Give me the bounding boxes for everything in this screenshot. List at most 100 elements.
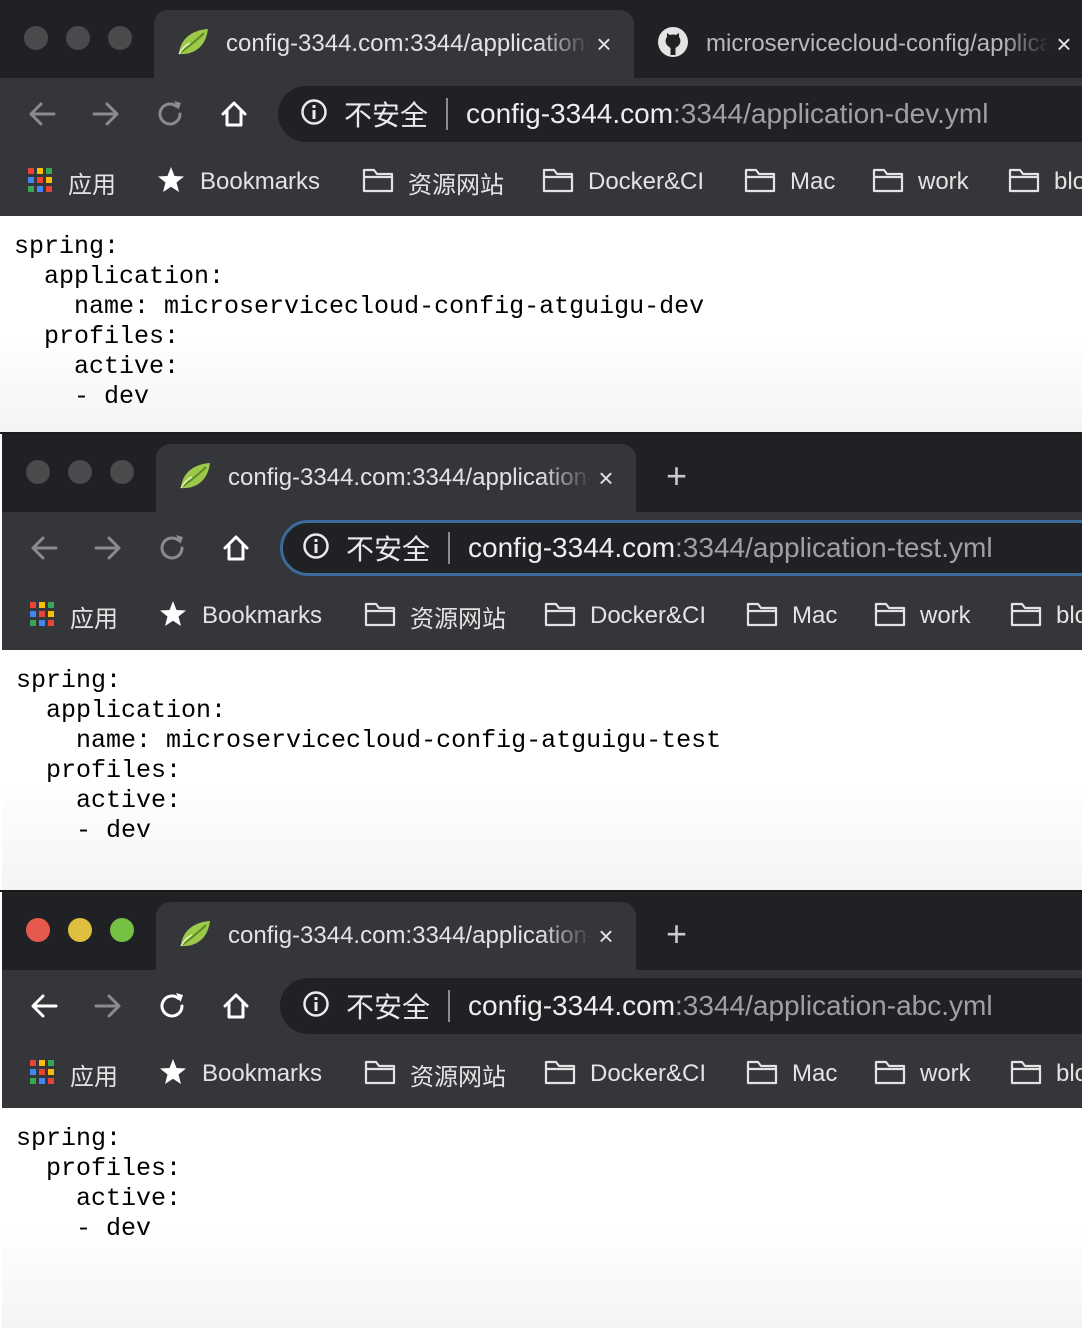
bookmark-folder-docker[interactable]: Docker&CI xyxy=(542,164,704,200)
address-bar[interactable]: 不安全 config-3344.com:3344/application-dev… xyxy=(278,86,1082,142)
reload-icon[interactable] xyxy=(154,988,190,1024)
bookmark-bookmarks[interactable]: Bookmarks xyxy=(158,1056,322,1092)
bookmark-apps[interactable]: 应用 xyxy=(28,598,118,634)
page-content: spring: application: name: microservicec… xyxy=(0,216,1082,432)
bookmark-label: work xyxy=(918,168,969,195)
bookmark-folder-work[interactable]: work xyxy=(874,1056,971,1092)
bookmark-folder-mac[interactable]: Mac xyxy=(744,164,835,200)
bookmark-folder-work[interactable]: work xyxy=(874,598,971,634)
bookmark-label: 应用 xyxy=(68,171,116,199)
folder-icon xyxy=(746,601,778,632)
tab-close-icon[interactable]: × xyxy=(592,463,620,494)
bookmark-folder-work[interactable]: work xyxy=(872,164,969,200)
reload-icon[interactable] xyxy=(154,530,190,566)
folder-icon xyxy=(1010,601,1042,632)
window-controls xyxy=(26,918,134,942)
new-tab-button[interactable]: + xyxy=(666,912,687,956)
folder-icon xyxy=(362,167,394,198)
spring-leaf-icon xyxy=(178,461,212,496)
tab-title: config-3344.com:3344/application-abc.yml xyxy=(228,922,592,949)
close-window-button[interactable] xyxy=(24,26,48,50)
address-separator xyxy=(448,532,451,564)
bookmark-label: Bookmarks xyxy=(202,1060,323,1087)
home-icon[interactable] xyxy=(216,96,252,132)
back-icon[interactable] xyxy=(26,988,62,1024)
info-icon[interactable] xyxy=(302,990,330,1023)
home-icon[interactable] xyxy=(218,988,254,1024)
window-controls xyxy=(26,460,134,484)
forward-icon[interactable] xyxy=(90,530,126,566)
bookmark-label: 应用 xyxy=(70,605,118,633)
tab-active[interactable]: config-3344.com:3344/application-dev.yml… xyxy=(154,10,634,78)
bookmark-bookmarks[interactable]: Bookmarks xyxy=(156,164,320,200)
bookmark-folder-mac[interactable]: Mac xyxy=(746,1056,837,1092)
bookmark-label: 资源网站 xyxy=(410,1063,506,1091)
close-window-button[interactable] xyxy=(26,460,50,484)
bookmark-bookmarks[interactable]: Bookmarks xyxy=(158,598,322,634)
info-icon[interactable] xyxy=(302,532,330,565)
star-icon xyxy=(156,165,186,200)
address-bar[interactable]: 不安全 config-3344.com:3344/application-tes… xyxy=(280,520,1082,576)
url-path: :3344/application-dev.yml xyxy=(673,98,989,129)
bookmarks-bar: 应用 Bookmarks 资源网站 Docker&CI Mac work blo… xyxy=(0,148,1082,216)
tab-active[interactable]: config-3344.com:3344/application-test.ym… xyxy=(156,444,636,512)
bookmark-apps[interactable]: 应用 xyxy=(28,1056,118,1092)
browser-window-test: config-3344.com:3344/application-test.ym… xyxy=(0,432,1082,892)
tab-active[interactable]: config-3344.com:3344/application-abc.yml… xyxy=(156,902,636,970)
security-label[interactable]: 不安全 xyxy=(346,528,430,568)
new-tab-button[interactable]: + xyxy=(666,454,687,498)
zoom-window-button[interactable] xyxy=(110,918,134,942)
bookmark-folder-docker[interactable]: Docker&CI xyxy=(544,598,706,634)
bookmark-apps[interactable]: 应用 xyxy=(26,164,116,200)
star-icon xyxy=(158,599,188,634)
bookmark-folder-mac[interactable]: Mac xyxy=(746,598,837,634)
home-icon[interactable] xyxy=(218,530,254,566)
tab-strip: config-3344.com:3344/application-dev.yml… xyxy=(0,0,1082,78)
folder-icon xyxy=(542,167,574,198)
security-label[interactable]: 不安全 xyxy=(344,94,428,134)
close-window-button[interactable] xyxy=(26,918,50,942)
url-host: config-3344.com xyxy=(466,98,674,129)
bookmark-label: 资源网站 xyxy=(410,605,506,633)
bookmark-label: Docker&CI xyxy=(590,602,707,629)
reload-icon[interactable] xyxy=(152,96,188,132)
bookmark-label: Mac xyxy=(790,168,836,195)
info-icon[interactable] xyxy=(300,98,328,131)
back-icon[interactable] xyxy=(26,530,62,566)
tab-inactive[interactable]: microservicecloud-config/application.yml… xyxy=(634,10,1082,78)
apps-grid-icon xyxy=(28,600,56,633)
url-text[interactable]: config-3344.com:3344/application-test.ym… xyxy=(468,532,993,564)
address-bar[interactable]: 不安全 config-3344.com:3344/application-abc… xyxy=(280,978,1082,1034)
url-text[interactable]: config-3344.com:3344/application-dev.yml xyxy=(466,98,988,130)
apps-grid-icon xyxy=(26,166,54,199)
tab-close-icon[interactable]: × xyxy=(1050,29,1078,60)
zoom-window-button[interactable] xyxy=(110,460,134,484)
folder-icon xyxy=(544,1059,576,1090)
bookmark-folder-docker[interactable]: Docker&CI xyxy=(544,1056,706,1092)
tab-strip: config-3344.com:3344/application-test.ym… xyxy=(2,434,1082,512)
zoom-window-button[interactable] xyxy=(108,26,132,50)
url-path: :3344/application-abc.yml xyxy=(675,990,993,1021)
bookmark-folder-blog[interactable]: blog xyxy=(1010,1056,1082,1092)
security-label[interactable]: 不安全 xyxy=(346,986,430,1026)
bookmark-folder-resources[interactable]: 资源网站 xyxy=(364,598,506,634)
bookmark-folder-resources[interactable]: 资源网站 xyxy=(362,164,504,200)
minimize-window-button[interactable] xyxy=(66,26,90,50)
github-icon xyxy=(656,25,690,64)
forward-icon[interactable] xyxy=(90,988,126,1024)
bookmark-folder-blog[interactable]: blog xyxy=(1008,164,1082,200)
back-icon[interactable] xyxy=(24,96,60,132)
tab-close-icon[interactable]: × xyxy=(592,921,620,952)
minimize-window-button[interactable] xyxy=(68,460,92,484)
url-text[interactable]: config-3344.com:3344/application-abc.yml xyxy=(468,990,993,1022)
forward-icon[interactable] xyxy=(88,96,124,132)
bookmark-folder-blog[interactable]: blog xyxy=(1010,598,1082,634)
folder-icon xyxy=(872,167,904,198)
bookmark-label: Docker&CI xyxy=(590,1060,707,1087)
folder-icon xyxy=(874,601,906,632)
bookmark-folder-resources[interactable]: 资源网站 xyxy=(364,1056,506,1092)
window-controls xyxy=(24,26,132,50)
minimize-window-button[interactable] xyxy=(68,918,92,942)
tab-close-icon[interactable]: × xyxy=(590,29,618,60)
bookmarks-bar: 应用 Bookmarks 资源网站 Docker&CI Mac work blo… xyxy=(2,1040,1082,1108)
